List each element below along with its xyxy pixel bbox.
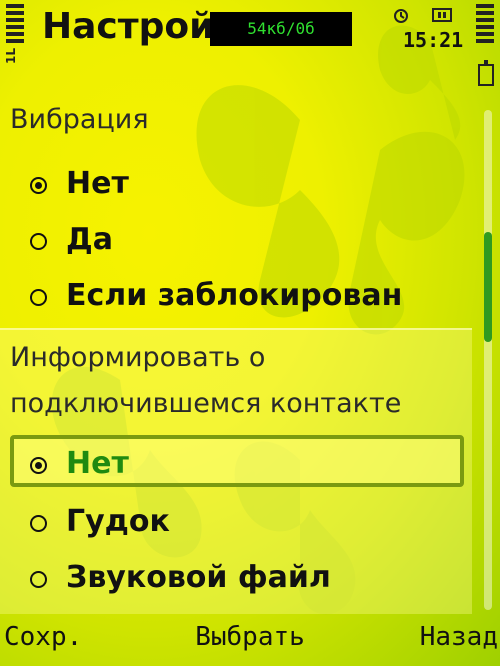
network-indicator: 1L xyxy=(4,48,18,64)
vibration-option-no[interactable]: Нет xyxy=(0,156,480,212)
radio-unchecked-icon xyxy=(30,289,47,306)
radio-checked-icon xyxy=(30,457,47,474)
softkey-bar: Выбрать Сохр. Назад xyxy=(0,614,500,666)
save-softkey[interactable]: Сохр. xyxy=(4,622,82,652)
radio-unchecked-icon xyxy=(30,571,47,588)
settings-screen: 1L Настройк 54кб/0б 15:21 Вибрация Нет Д… xyxy=(0,0,500,666)
option-label: Если заблокирован xyxy=(66,278,403,313)
back-softkey[interactable]: Назад xyxy=(420,622,498,652)
notify-label-line1: Информировать о xyxy=(10,342,266,373)
notify-label-line2: подключившемся контакте xyxy=(10,388,402,419)
option-label: Да xyxy=(66,222,113,257)
vibration-option-if-locked[interactable]: Если заблокирован xyxy=(0,268,480,324)
radio-unchecked-icon xyxy=(30,233,47,250)
vibration-option-yes[interactable]: Да xyxy=(0,212,480,268)
clock: 15:21 xyxy=(403,28,464,52)
radio-unchecked-icon xyxy=(30,515,47,532)
option-label: Нет xyxy=(66,166,129,201)
battery-icon xyxy=(478,60,494,86)
option-label: Нет xyxy=(66,446,129,481)
alarm-clock-icon xyxy=(394,9,408,23)
battery-level-icon xyxy=(476,4,494,46)
scrollbar-track[interactable] xyxy=(484,110,492,610)
keylock-icon xyxy=(432,8,452,22)
vibration-label: Вибрация xyxy=(10,104,149,135)
notify-option-sound-file[interactable]: Звуковой файл xyxy=(0,550,480,606)
traffic-counter: 54кб/0б xyxy=(210,12,352,46)
notify-option-no[interactable]: Нет xyxy=(0,436,480,492)
radio-checked-icon xyxy=(30,177,47,194)
option-label: Звуковой файл xyxy=(66,560,331,595)
notify-option-beep[interactable]: Гудок xyxy=(0,494,480,550)
option-label: Гудок xyxy=(66,504,170,539)
scrollbar-thumb[interactable] xyxy=(484,232,492,342)
